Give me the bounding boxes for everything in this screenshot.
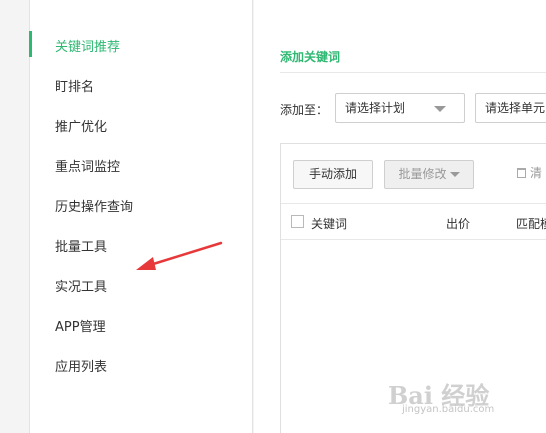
- watermark-url: jingyan.baidu.com: [402, 404, 495, 415]
- annotation-arrow: [136, 241, 223, 270]
- watermark: Bai 经验 jingyan.baidu.com: [388, 376, 538, 426]
- app-window: 关键词推荐 盯排名 推广优化 重点词监控 历史操作查询 批量工具 实况工具 AP…: [0, 0, 546, 433]
